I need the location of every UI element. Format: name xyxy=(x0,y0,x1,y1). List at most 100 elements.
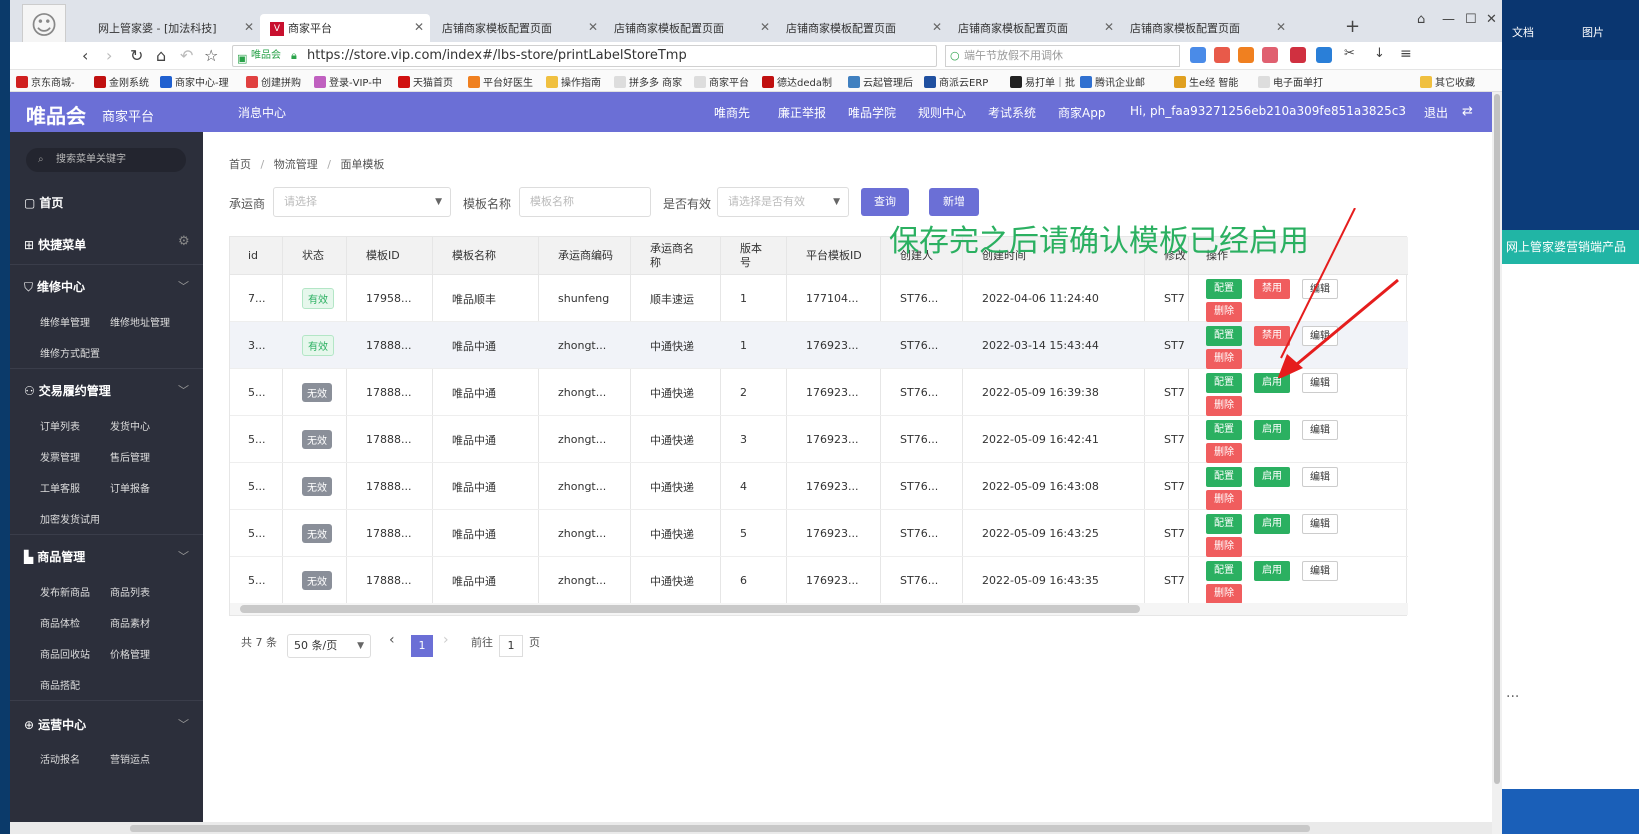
tab-merchant-platform[interactable]: V 商家平台 ✕ xyxy=(260,14,430,42)
ext-icon[interactable] xyxy=(1214,47,1230,63)
page-size-select[interactable]: 50 条/页 ▼ xyxy=(287,634,371,658)
ext-icon[interactable] xyxy=(1262,47,1278,63)
bookmark-item[interactable]: 腾讯企业邮 xyxy=(1080,74,1145,89)
add-button[interactable]: 新增 xyxy=(929,188,979,216)
sidebar-item-repair-address[interactable]: 维修地址管理 xyxy=(110,314,170,329)
enable-button[interactable]: 启用 xyxy=(1254,420,1290,440)
sidebar-item-orders[interactable]: 订单列表 xyxy=(40,418,80,433)
delete-button[interactable]: 删除 xyxy=(1206,443,1242,463)
sidebar-item-invoice[interactable]: 发票管理 xyxy=(40,449,80,464)
breadcrumb-logistics[interactable]: 物流管理 xyxy=(274,158,318,171)
valid-select[interactable]: 请选择是否有效 ▼ xyxy=(717,187,849,217)
sidebar-item-order-report[interactable]: 订单报备 xyxy=(110,480,150,495)
bookmark-item[interactable]: 电子面单打 xyxy=(1258,74,1323,89)
other-bookmarks[interactable]: 其它收藏 xyxy=(1420,74,1475,89)
bookmark-item[interactable]: 操作指南 xyxy=(546,74,601,89)
scissors-icon[interactable]: ✂ xyxy=(1344,46,1355,61)
close-icon[interactable]: ✕ xyxy=(932,20,942,34)
delete-button[interactable]: 删除 xyxy=(1206,490,1242,510)
tab-guanjiapo[interactable]: 网上管家婆 - [加法科技] ✕ xyxy=(88,14,260,42)
sidebar-item-check[interactable]: 商品体检 xyxy=(40,615,80,630)
sidebar-item-encrypted[interactable]: 加密发货试用 xyxy=(40,511,100,526)
more-icon[interactable]: ... xyxy=(1506,685,1519,701)
config-button[interactable]: 配置 xyxy=(1206,561,1242,581)
vertical-scrollbar[interactable] xyxy=(1492,92,1502,834)
close-icon[interactable]: ✕ xyxy=(760,20,770,34)
bookmark-item[interactable]: 商家中心-理 xyxy=(160,74,229,89)
scroll-thumb[interactable] xyxy=(1494,94,1500,784)
sidebar-item-activity[interactable]: 活动报名 xyxy=(40,751,80,766)
close-icon[interactable]: ✕ xyxy=(1276,20,1286,34)
undo-icon[interactable]: ↶ xyxy=(180,46,193,65)
game-icon[interactable] xyxy=(1238,47,1254,63)
sidebar-item-repair-method[interactable]: 维修方式配置 xyxy=(40,345,100,360)
config-button[interactable]: 配置 xyxy=(1206,467,1242,487)
sidebar-item-material[interactable]: 商品素材 xyxy=(110,615,150,630)
chevron-down-icon[interactable]: ﹀ xyxy=(178,382,189,398)
delete-button[interactable]: 删除 xyxy=(1206,349,1242,369)
bookmark-item[interactable]: 平台好医生 xyxy=(468,74,533,89)
bookmark-item[interactable]: 金刚系统 xyxy=(94,74,149,89)
ext-icon[interactable] xyxy=(1290,47,1306,63)
minimize-icon[interactable]: — xyxy=(1442,12,1455,27)
apps-icon[interactable] xyxy=(1190,47,1206,63)
switch-icon[interactable]: ⇄ xyxy=(1462,104,1473,119)
bookmark-item[interactable]: 天猫首页 xyxy=(398,74,453,89)
bookmark-item[interactable]: 京东商城- xyxy=(16,74,75,89)
delete-button[interactable]: 删除 xyxy=(1206,537,1242,557)
enable-button[interactable]: 启用 xyxy=(1254,561,1290,581)
download-icon[interactable]: ↓ xyxy=(1374,46,1385,61)
template-name-input[interactable]: 模板名称 xyxy=(519,187,651,217)
scroll-thumb[interactable] xyxy=(240,605,1140,613)
nav-weishangxian[interactable]: 唯商先 xyxy=(714,104,750,121)
maximize-icon[interactable]: ☐ xyxy=(1465,12,1477,27)
gear-icon[interactable]: ⚙ xyxy=(178,234,190,249)
sidebar-item-price[interactable]: 价格管理 xyxy=(110,646,150,661)
shirt-icon[interactable]: ⌂ xyxy=(1417,12,1425,27)
bookmark-item[interactable]: 创建拼购 xyxy=(246,74,301,89)
sidebar-item-goods-list[interactable]: 商品列表 xyxy=(110,584,150,599)
doc-label[interactable]: 文档 xyxy=(1512,24,1534,40)
logout-link[interactable]: 退出 xyxy=(1424,104,1448,121)
bookmark-item[interactable]: 商家平台 xyxy=(694,74,749,89)
close-icon[interactable]: ✕ xyxy=(244,20,254,34)
sidebar-item-aftersale[interactable]: 售后管理 xyxy=(110,449,150,464)
bookmark-item[interactable]: 云起管理后 xyxy=(848,74,913,89)
edit-button[interactable]: 编辑 xyxy=(1302,561,1338,581)
edit-button[interactable]: 编辑 xyxy=(1302,514,1338,534)
brand-logo[interactable]: 唯品会 xyxy=(26,100,86,129)
menu-icon[interactable]: ≡ xyxy=(1400,46,1412,62)
sidebar-item-quick[interactable]: ⊞ 快捷菜单 xyxy=(24,236,86,253)
home-icon[interactable]: ⌂ xyxy=(156,46,166,65)
tab-template-config[interactable]: 店铺商家模板配置页面 ✕ xyxy=(1120,14,1292,42)
nav-report[interactable]: 廉正举报 xyxy=(778,104,826,121)
scroll-thumb[interactable] xyxy=(130,825,1310,832)
close-icon[interactable]: ✕ xyxy=(588,20,598,34)
horizontal-scrollbar[interactable] xyxy=(230,603,1408,615)
sidebar-section-goods[interactable]: ▙ 商品管理 xyxy=(24,548,85,565)
reload-icon[interactable]: ↻ xyxy=(130,46,143,65)
browser-search-input[interactable]: ○ 端午节放假不用调休 xyxy=(945,45,1180,67)
bookmark-item[interactable]: 易打单｜批 xyxy=(1010,74,1075,89)
tab-template-config[interactable]: 店铺商家模板配置页面 ✕ xyxy=(604,14,776,42)
breadcrumb-home[interactable]: 首页 xyxy=(229,158,251,171)
sidebar-item-recycle[interactable]: 商品回收站 xyxy=(40,646,90,661)
bookmark-item[interactable]: 登录-VIP-中 xyxy=(314,74,382,89)
delete-button[interactable]: 删除 xyxy=(1206,584,1242,604)
query-button[interactable]: 查询 xyxy=(861,188,909,216)
sidebar-item-ticket[interactable]: 工单客服 xyxy=(40,480,80,495)
star-icon[interactable]: ☆ xyxy=(204,46,218,65)
back-icon[interactable]: ‹ xyxy=(82,46,88,65)
bookmark-item[interactable]: 生e经 智能 xyxy=(1174,74,1238,89)
sidebar-item-marketing[interactable]: 营销运点 xyxy=(110,751,150,766)
sidebar-item-bundle[interactable]: 商品搭配 xyxy=(40,677,80,692)
nav-academy[interactable]: 唯品学院 xyxy=(848,104,896,121)
sidebar-section-ops[interactable]: ⊕ 运营中心 xyxy=(24,716,86,733)
menu-search-input[interactable]: ⌕ 搜索菜单关键字 xyxy=(26,148,186,172)
config-button[interactable]: 配置 xyxy=(1206,514,1242,534)
tab-template-config[interactable]: 店铺商家模板配置页面 ✕ xyxy=(948,14,1120,42)
close-icon[interactable]: ✕ xyxy=(1104,20,1114,34)
sidebar-section-trade[interactable]: ⚇ 交易履约管理 xyxy=(24,382,111,399)
carrier-select[interactable]: 请选择 ▼ xyxy=(273,187,451,217)
edit-button[interactable]: 编辑 xyxy=(1302,467,1338,487)
